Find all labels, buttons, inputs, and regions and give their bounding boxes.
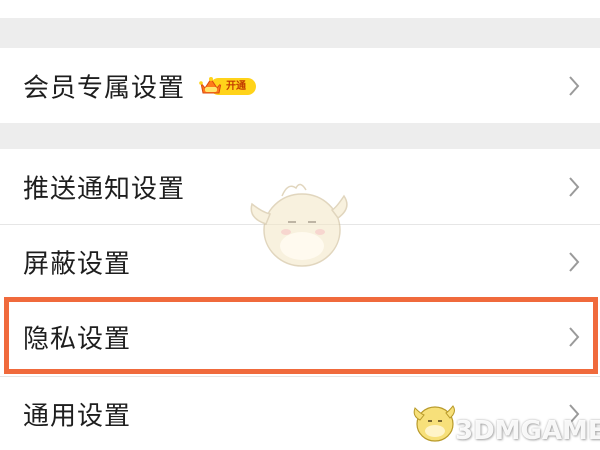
section-separator [0,123,600,149]
section-separator [0,18,600,48]
mascot-watermark-icon [250,183,348,267]
chevron-right-icon [569,176,580,197]
crown-icon [199,76,223,93]
privacy-highlight-frame [4,297,598,374]
watermark-text: 3DMGAME [455,416,600,446]
chevron-right-icon [569,75,580,96]
settings-item-label: 通用设置 [23,401,132,431]
settings-item-label: 会员专属设置 [23,73,186,103]
top-partial-row [0,0,600,18]
vip-open-badge[interactable]: 开通 [198,75,258,97]
settings-item-label: 屏蔽设置 [23,249,132,279]
vip-badge-label: 开通 [226,80,246,92]
chevron-right-icon [569,251,580,272]
settings-item-vip[interactable]: 会员专属设置 开通 [0,48,600,123]
3dmgame-logo-icon [413,405,455,442]
settings-item-label: 推送通知设置 [23,174,186,204]
